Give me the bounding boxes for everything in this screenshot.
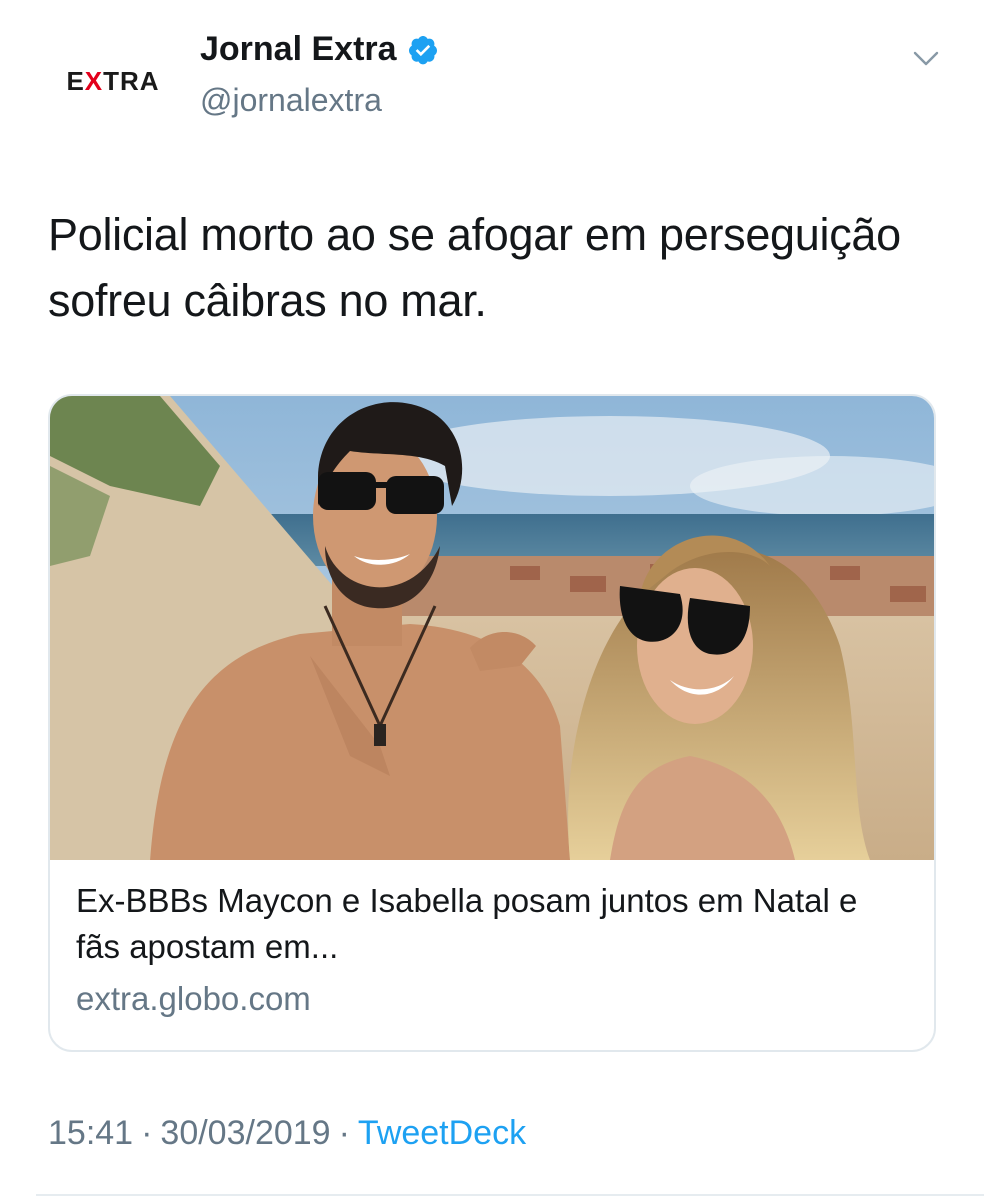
tweet-meta: 15:41 · 30/03/2019 · TweetDeck — [48, 1114, 526, 1153]
beach-photo — [50, 396, 934, 860]
author-name-row[interactable]: Jornal Extra — [200, 30, 439, 69]
tweet-source-link[interactable]: TweetDeck — [358, 1114, 526, 1152]
logo-letter-e: E — [66, 65, 85, 96]
meta-separator: · — [141, 1114, 153, 1152]
card-domain: extra.globo.com — [76, 980, 311, 1017]
logo-letters-tra: TRA — [103, 65, 160, 96]
card-title[interactable]: Ex-BBBs Maycon e Isabella posam juntos e… — [76, 878, 906, 970]
tweet: E X TRA Jornal Extra @jornalextra Policial… — [0, 0, 984, 1200]
tweet-date[interactable]: 30/03/2019 — [160, 1114, 330, 1152]
meta-separator: · — [338, 1114, 350, 1152]
tweet-text: Policial morto ao se afogar em perseguiç… — [48, 209, 901, 326]
author-handle[interactable]: @jornalextra — [200, 82, 382, 119]
author-display-name[interactable]: Jornal Extra — [200, 30, 397, 69]
avatar[interactable]: E X TRA — [48, 26, 178, 136]
tweet-time[interactable]: 15:41 — [48, 1114, 133, 1152]
logo-letter-x: X — [84, 65, 104, 96]
extra-logo: E X TRA — [66, 66, 159, 97]
link-card[interactable]: Ex-BBBs Maycon e Isabella posam juntos e… — [48, 394, 936, 1052]
chevron-down-icon[interactable] — [906, 44, 946, 74]
card-image[interactable] — [50, 396, 934, 860]
verified-badge-icon — [408, 35, 437, 64]
divider — [36, 1194, 984, 1196]
